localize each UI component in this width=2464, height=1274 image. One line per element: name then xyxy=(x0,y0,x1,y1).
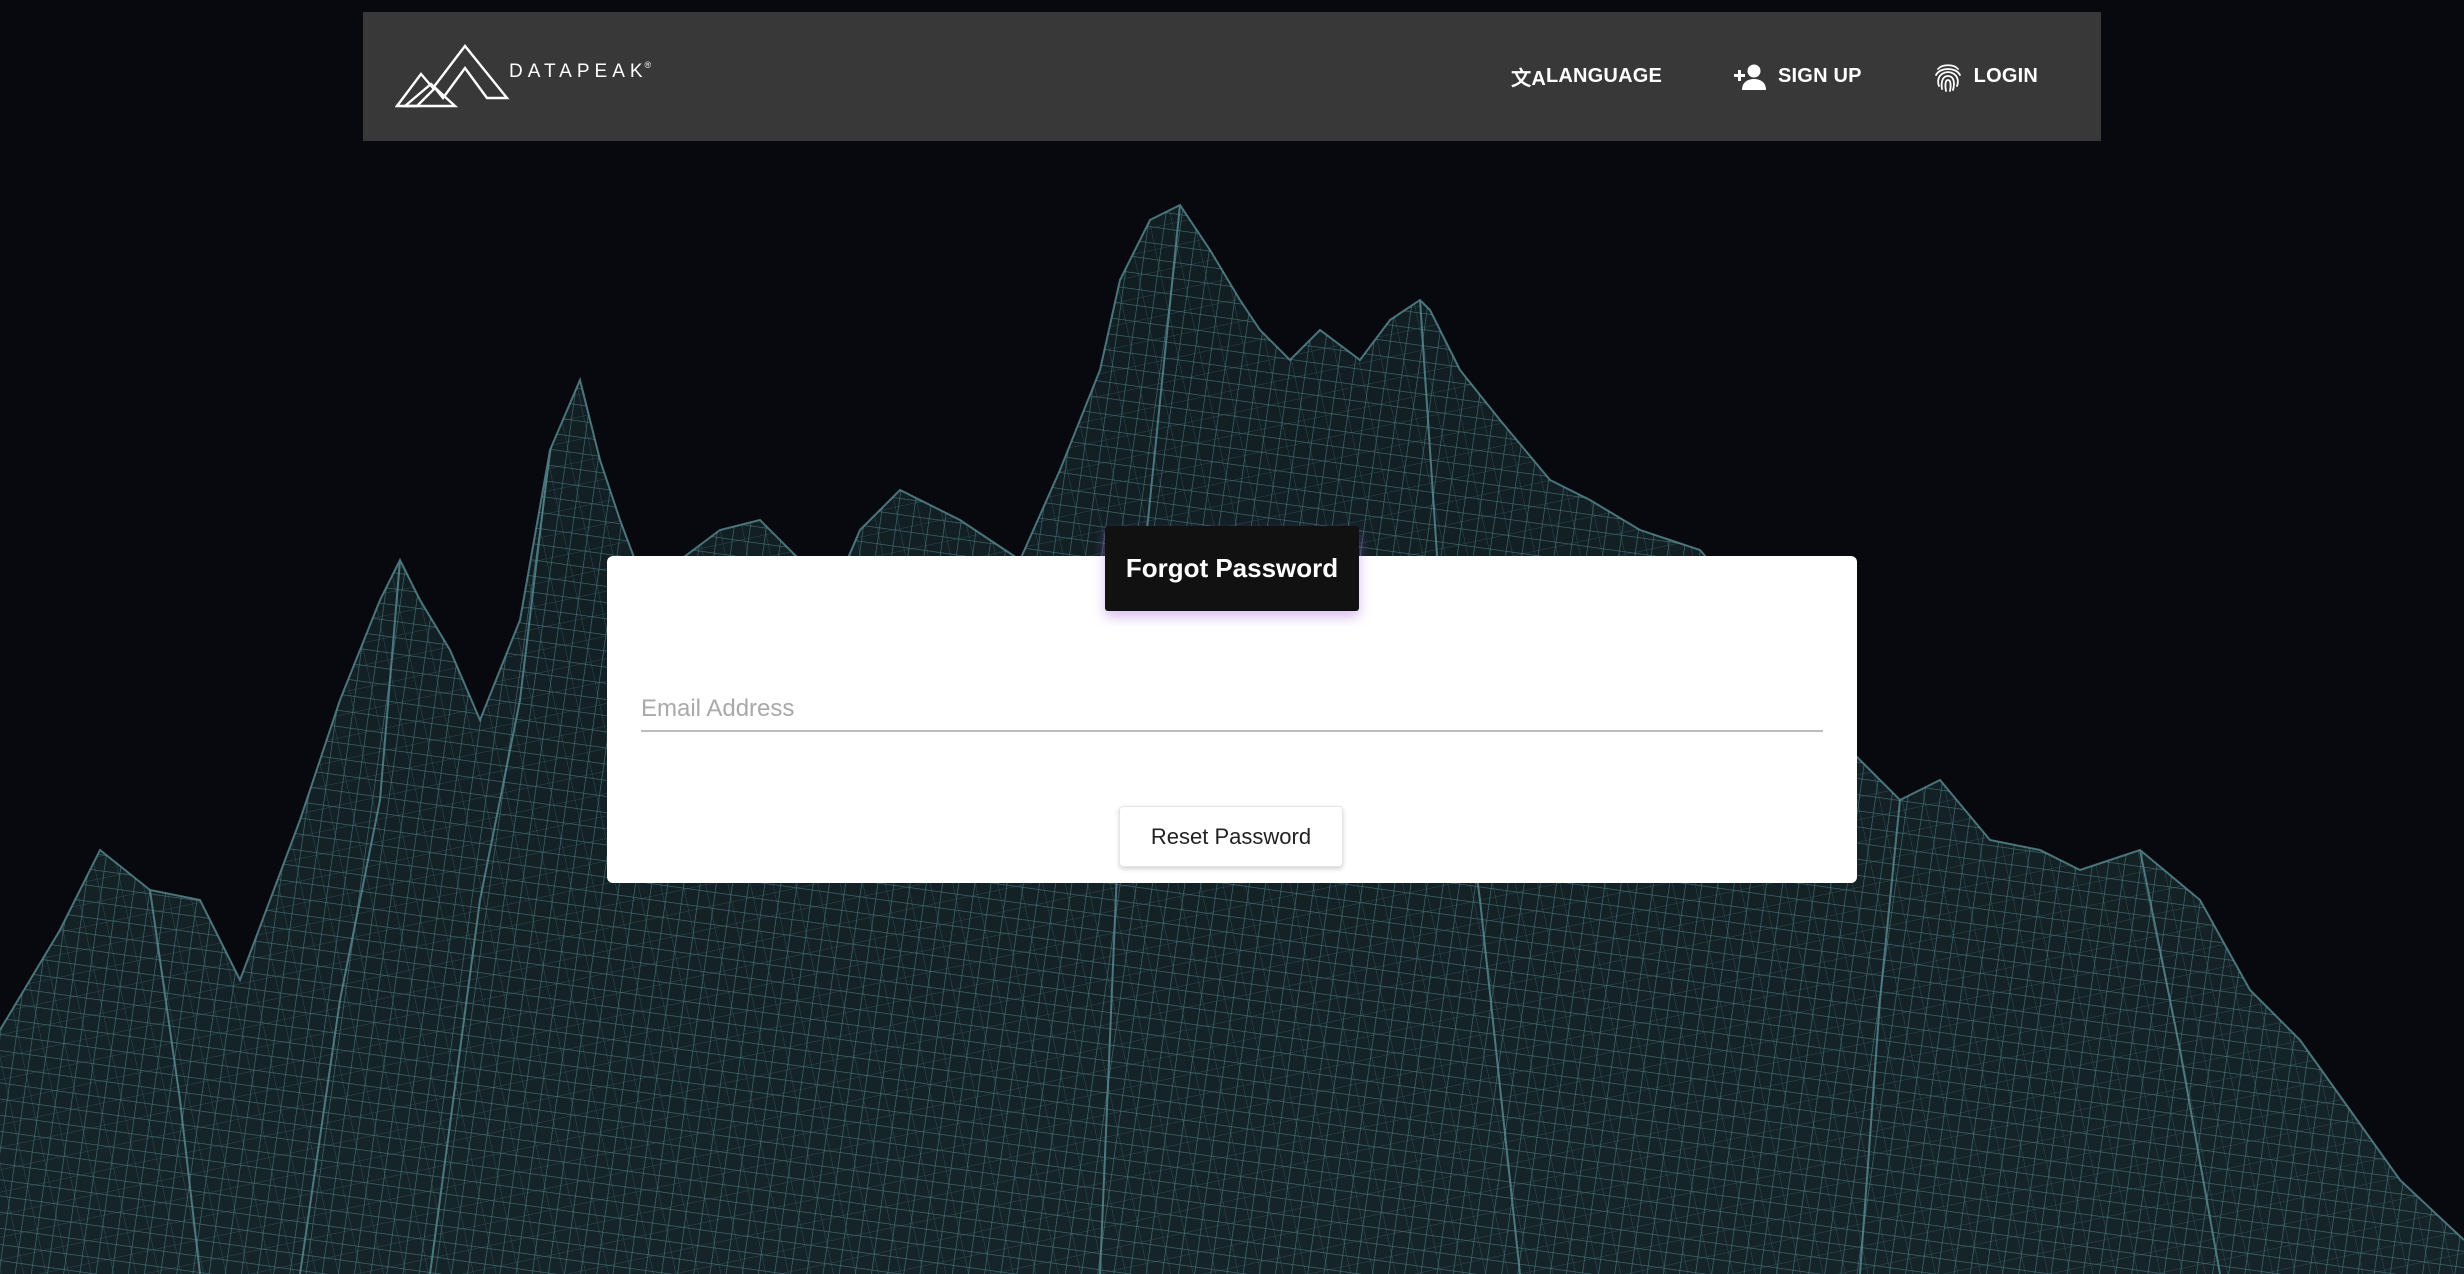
translate-icon: 文A xyxy=(1511,68,1546,90)
nav-links: 文A LANGUAGE SIGN UP LOGIN xyxy=(1441,12,2038,141)
brand-trademark: ® xyxy=(644,60,652,70)
person-add-icon xyxy=(1734,64,1767,90)
card-title: Forgot Password xyxy=(1125,553,1339,583)
card-header: Forgot Password xyxy=(1105,526,1359,611)
nav-signup-button[interactable]: SIGN UP xyxy=(1732,63,1862,91)
email-field[interactable] xyxy=(641,687,1823,732)
mountain-logo-icon xyxy=(395,44,510,108)
nav-language-label: LANGUAGE xyxy=(1545,65,1663,87)
datapeak-logo[interactable]: DATAPEAK ® xyxy=(395,44,651,108)
nav-signup-label: SIGN UP xyxy=(1778,65,1862,87)
reset-password-button[interactable]: Reset Password xyxy=(1119,806,1343,867)
forgot-password-card: Forgot Password Reset Password xyxy=(607,526,1857,883)
nav-language-button[interactable]: 文A LANGUAGE xyxy=(1511,62,1662,91)
nav-login-label: LOGIN xyxy=(1973,65,2038,87)
fingerprint-icon xyxy=(1934,63,1961,92)
nav-login-button[interactable]: LOGIN xyxy=(1932,61,2038,93)
top-navbar: DATAPEAK ® 文A LANGUAGE SIGN UP LOGIN xyxy=(363,12,2101,141)
brand-name: DATAPEAK xyxy=(509,61,648,82)
